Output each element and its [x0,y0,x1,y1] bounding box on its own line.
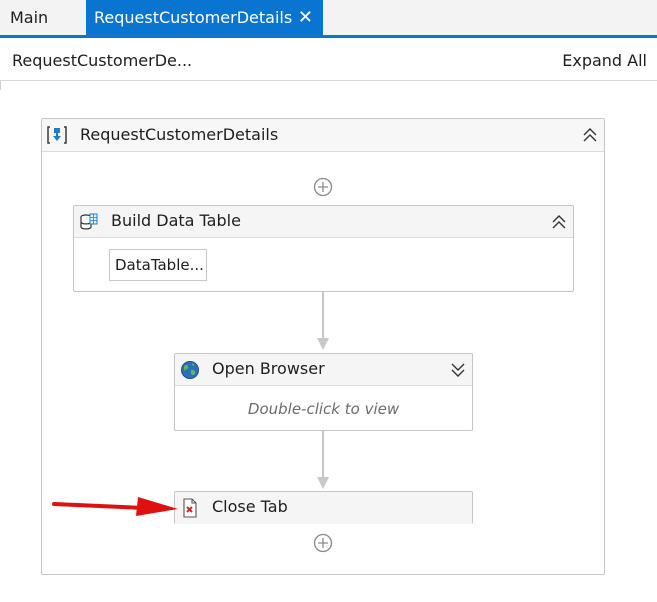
activity-title: Close Tab [212,497,288,516]
tab-request-customer-details-label: RequestCustomerDetails [94,8,293,27]
breadcrumb-bar: RequestCustomerDe... Expand All [0,41,657,81]
connector-arrow [317,431,329,489]
sequence-icon [47,126,67,144]
expand-all-button[interactable]: Expand All [562,51,647,70]
tab-main[interactable]: Main [0,0,86,35]
tab-bar: Main RequestCustomerDetails ✕ [0,0,657,38]
open-browser-activity[interactable]: Open Browser Double-click to view [174,353,473,431]
chevron-down-icon[interactable] [450,362,466,378]
datatable-icon [80,213,98,230]
red-arrow-annotation [52,497,178,516]
breadcrumb[interactable]: RequestCustomerDe... [12,51,192,70]
globe-icon [181,361,199,379]
activity-header[interactable]: Close Tab [175,492,472,524]
sequence-header[interactable]: RequestCustomerDetails [42,119,604,152]
close-icon[interactable]: ✕ [298,0,313,36]
tab-main-label: Main [10,8,49,27]
datatable-button[interactable]: DataTable... [109,249,207,281]
add-activity-icon[interactable] [313,177,333,197]
connector-arrow [317,292,329,350]
build-data-table-activity[interactable]: Build Data Table DataTable... [73,205,574,292]
double-click-hint: Double-click to view [247,400,400,418]
tab-request-customer-details[interactable]: RequestCustomerDetails ✕ [86,0,323,35]
sequence-title: RequestCustomerDetails [80,125,279,144]
add-activity-icon[interactable] [313,533,333,553]
close-tab-icon [183,498,197,518]
divider [0,81,1,90]
chevron-up-icon[interactable] [582,127,598,143]
close-tab-activity[interactable]: Close Tab [174,491,473,524]
activity-header[interactable]: Build Data Table [74,206,573,238]
chevron-up-icon[interactable] [551,214,567,230]
activity-title: Build Data Table [111,211,241,230]
activity-header[interactable]: Open Browser [175,354,472,386]
activity-title: Open Browser [212,359,325,378]
